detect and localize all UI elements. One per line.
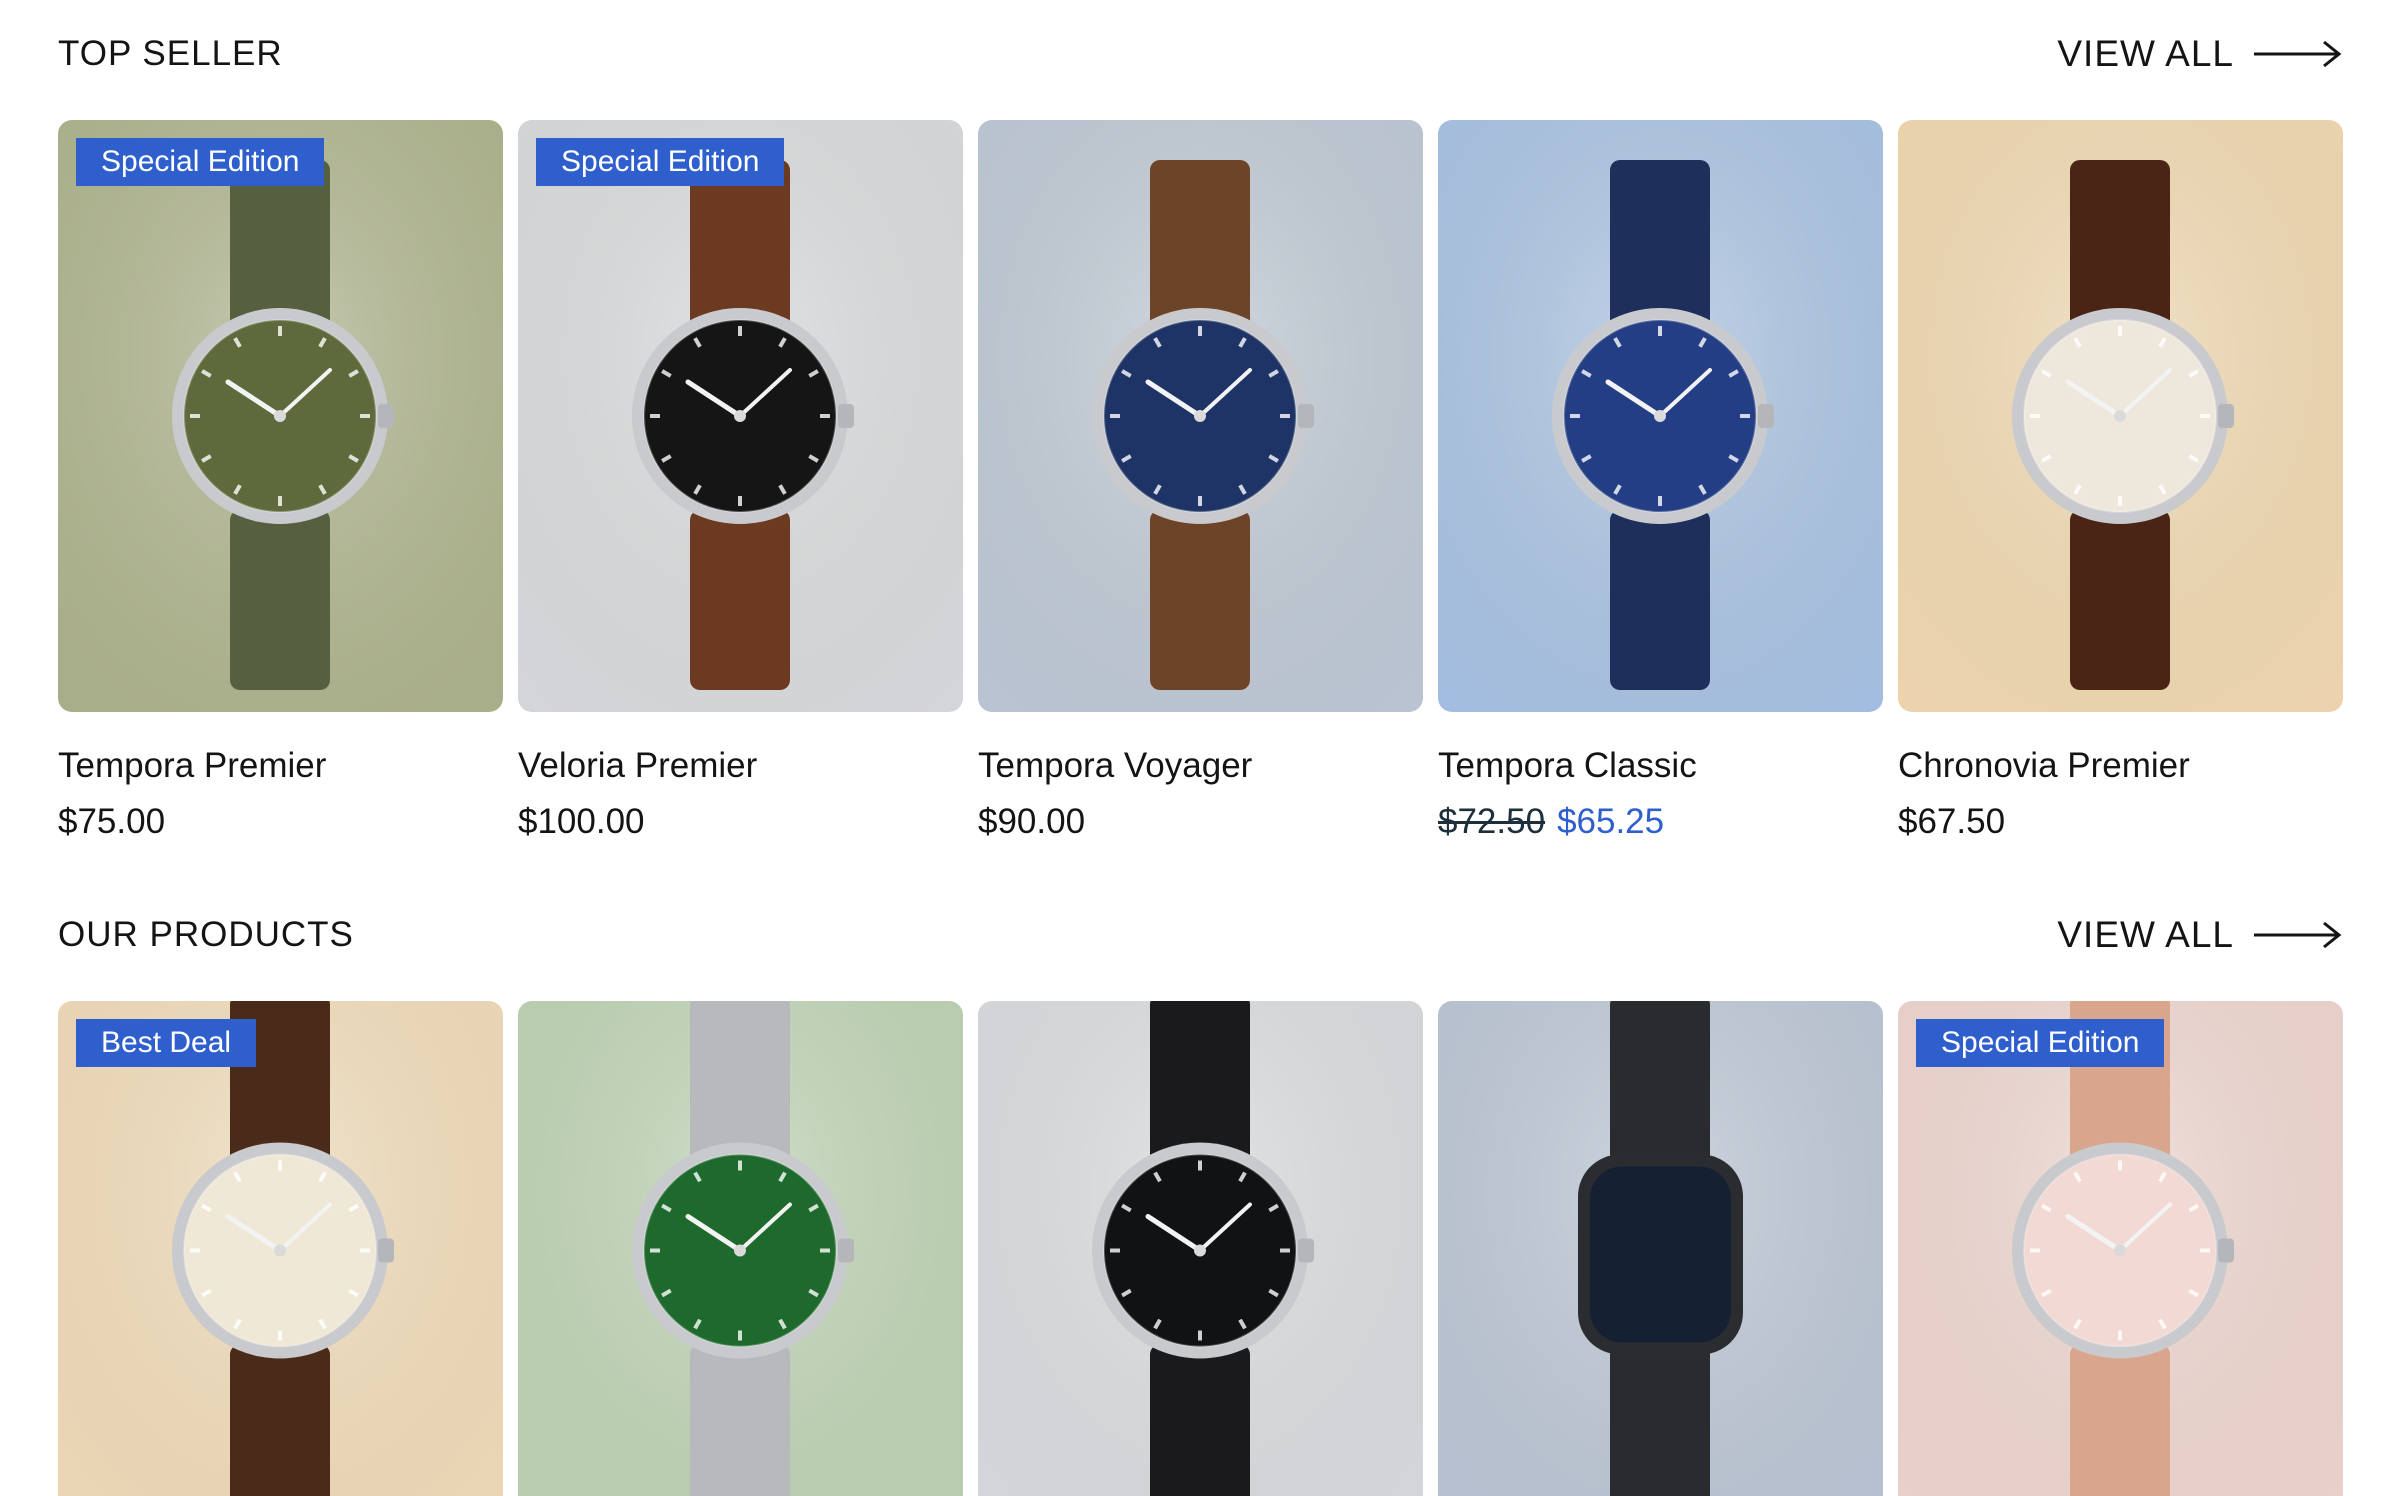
arrow-right-icon	[2252, 39, 2342, 69]
product-image[interactable]	[518, 1001, 963, 1496]
product-badge: Special Edition	[1916, 1019, 2165, 1067]
product-price: $67.50	[1898, 802, 2006, 841]
price-row: $72.50 $65.25	[1438, 802, 1883, 842]
watch-photo	[1438, 120, 1883, 712]
sale-price: $65.25	[1557, 802, 1665, 841]
product-card[interactable]	[1438, 1001, 1883, 1496]
product-image[interactable]	[978, 1001, 1423, 1496]
price-row: $75.00	[58, 802, 503, 842]
product-name[interactable]: Chronovia Premier	[1898, 746, 2343, 786]
product-name[interactable]: Tempora Premier	[58, 746, 503, 786]
product-card[interactable]: Special Edition	[1898, 1001, 2343, 1496]
product-price: $100.00	[518, 802, 645, 841]
our-products-header: OUR PRODUCTS VIEW ALL	[58, 910, 2342, 960]
product-name[interactable]: Tempora Classic	[1438, 746, 1883, 786]
watch-photo	[518, 1001, 963, 1496]
watch-photo	[518, 120, 963, 712]
our-products-grid: Best Deal Special Edition	[58, 1001, 2343, 1496]
view-all-label: VIEW ALL	[2057, 914, 2234, 955]
arrow-right-icon	[2252, 920, 2342, 950]
product-card[interactable]: Special Edition Tempora Premier $75.00	[58, 120, 503, 842]
product-card[interactable]: Tempora Voyager $90.00	[978, 120, 1423, 842]
watch-photo	[58, 1001, 503, 1496]
product-image[interactable]: Best Deal	[58, 1001, 503, 1496]
product-badge: Special Edition	[76, 138, 325, 186]
watch-photo	[58, 120, 503, 712]
page: TOP SELLER VIEW ALL Special Edition Temp…	[0, 0, 2400, 1496]
top-seller-title: TOP SELLER	[58, 34, 283, 73]
product-image[interactable]	[978, 120, 1423, 712]
product-name[interactable]: Veloria Premier	[518, 746, 963, 786]
top-seller-header: TOP SELLER VIEW ALL	[58, 29, 2342, 79]
original-price: $72.50	[1438, 802, 1546, 841]
product-price: $75.00	[58, 802, 166, 841]
watch-photo	[1898, 1001, 2343, 1496]
product-image[interactable]: Special Edition	[1898, 1001, 2343, 1496]
watch-photo	[978, 120, 1423, 712]
product-card[interactable]: Special Edition Veloria Premier $100.00	[518, 120, 963, 842]
product-image[interactable]	[1438, 1001, 1883, 1496]
product-image[interactable]: Special Edition	[58, 120, 503, 712]
top-seller-view-all-link[interactable]: VIEW ALL	[2057, 33, 2342, 75]
product-badge: Best Deal	[76, 1019, 257, 1067]
top-seller-grid: Special Edition Tempora Premier $75.00 S…	[58, 120, 2343, 842]
product-name[interactable]: Tempora Voyager	[978, 746, 1423, 786]
watch-photo	[1438, 1001, 1883, 1496]
watch-photo	[1898, 120, 2343, 712]
product-card[interactable]: Best Deal	[58, 1001, 503, 1496]
product-card[interactable]: Chronovia Premier $67.50	[1898, 120, 2343, 842]
price-row: $90.00	[978, 802, 1423, 842]
product-image[interactable]	[1898, 120, 2343, 712]
watch-photo	[978, 1001, 1423, 1496]
product-image[interactable]	[1438, 120, 1883, 712]
product-price: $90.00	[978, 802, 1086, 841]
view-all-label: VIEW ALL	[2057, 33, 2234, 74]
product-image[interactable]: Special Edition	[518, 120, 963, 712]
product-card[interactable]: Tempora Classic $72.50 $65.25	[1438, 120, 1883, 842]
product-card[interactable]	[518, 1001, 963, 1496]
price-row: $67.50	[1898, 802, 2343, 842]
product-badge: Special Edition	[536, 138, 785, 186]
product-card[interactable]	[978, 1001, 1423, 1496]
price-row: $100.00	[518, 802, 963, 842]
our-products-title: OUR PRODUCTS	[58, 915, 354, 954]
our-products-view-all-link[interactable]: VIEW ALL	[2057, 914, 2342, 956]
